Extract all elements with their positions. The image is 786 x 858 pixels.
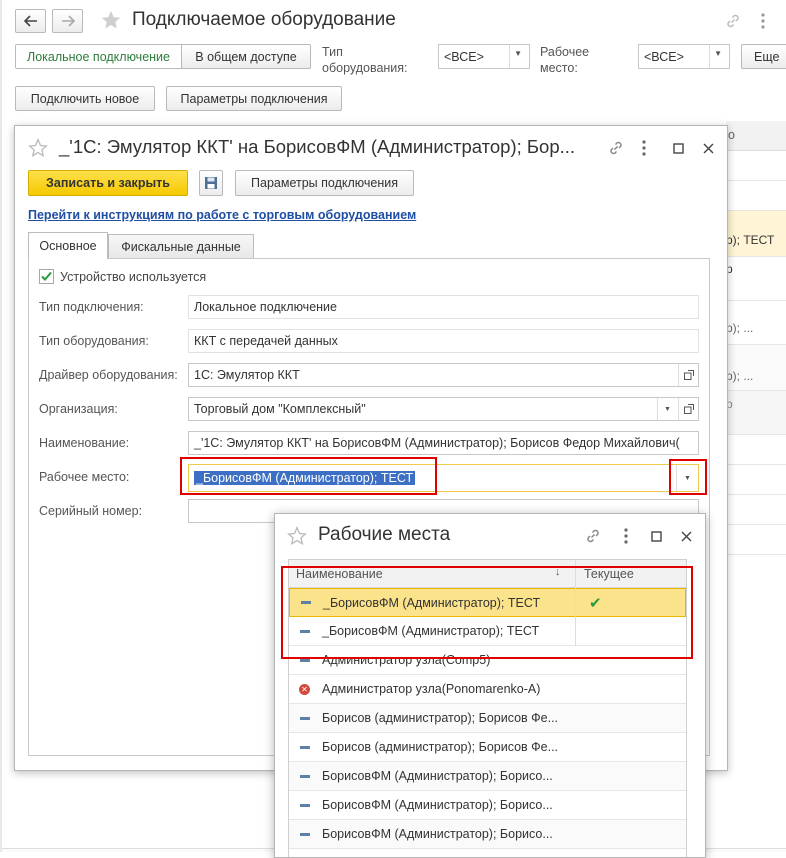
workplaces-title: Рабочие места [318, 524, 451, 545]
maximize-icon[interactable] [669, 137, 687, 159]
equip-type-field[interactable]: ККТ с передачей данных [188, 329, 699, 353]
save-and-close-button[interactable]: Записать и закрыть [28, 170, 188, 196]
workplaces-popup: Рабочие места Наименование ↓ Текущее _Бо… [274, 513, 706, 858]
link-icon[interactable] [582, 525, 604, 547]
item-marker-icon [300, 745, 310, 749]
table-row[interactable]: Борисов (администратор); Борисов Фе... [289, 704, 686, 733]
item-marker-icon [300, 716, 310, 720]
open-icon[interactable] [678, 398, 698, 420]
connect-new-button[interactable]: Подключить новое [15, 86, 155, 111]
chevron-down-icon: ▼ [714, 49, 722, 58]
window-border-left [0, 0, 2, 852]
background-list-header: о [726, 121, 786, 151]
highlight-workplace-value [180, 457, 437, 495]
instructions-link[interactable]: Перейти к инструкциям по работе с торгов… [28, 208, 416, 222]
item-marker-icon [300, 803, 310, 807]
table-row[interactable]: ✕ Администратор узла(Ponomarenko-A) [289, 675, 686, 704]
driver-value: 1С: Эмулятор ККТ [194, 368, 300, 382]
favorite-star-icon[interactable] [27, 137, 49, 159]
more-vertical-icon[interactable] [755, 10, 771, 32]
arrow-right-icon [61, 15, 75, 27]
more-vertical-icon[interactable] [637, 137, 651, 159]
chevron-down-icon[interactable]: ▼ [657, 398, 677, 420]
workplace-filter-label-1: Рабочее [540, 45, 590, 59]
more-button[interactable]: Еще [741, 44, 786, 69]
background-list: о р); ТЕСТ р р); ... р); ... р [726, 121, 786, 581]
name-label: Наименование: [39, 436, 130, 450]
in-use-label: Устройство используется [60, 270, 207, 284]
checkmark-icon [41, 271, 52, 281]
page-title: Подключаемое оборудование [132, 9, 396, 30]
conn-type-label: Тип подключения: [39, 300, 144, 314]
org-value: Торговый дом "Комплексный" [194, 402, 366, 416]
equip-type-label: Тип оборудования: [39, 334, 149, 348]
arrow-left-icon [23, 15, 37, 27]
link-icon[interactable] [722, 10, 744, 32]
table-row[interactable]: БорисовФМ (Администратор); Борисо... [289, 762, 686, 791]
in-use-checkbox[interactable] [39, 269, 54, 284]
equip-type-filter-value: <ВСЕ> [444, 49, 484, 64]
conn-type-field[interactable]: Локальное подключение [188, 295, 699, 319]
table-row[interactable]: р); ... [726, 345, 786, 391]
back-button[interactable] [15, 9, 46, 33]
tab-main[interactable]: Основное [28, 232, 108, 259]
equip-type-label-1: Тип [322, 45, 343, 59]
favorite-star-icon[interactable] [286, 525, 308, 547]
main-conn-params-button[interactable]: Параметры подключения [166, 86, 342, 111]
tab-fiscal[interactable]: Фискальные данные [108, 234, 254, 259]
segment-local-button[interactable]: Локальное подключение [15, 44, 182, 69]
item-marker-icon [300, 774, 310, 778]
favorite-star-icon[interactable] [99, 8, 123, 32]
driver-field[interactable]: 1С: Эмулятор ККТ [188, 363, 699, 387]
driver-label: Драйвер оборудования: [39, 368, 178, 382]
name-field[interactable]: _'1С: Эмулятор ККТ' на БорисовФМ (Админи… [188, 431, 699, 455]
forward-button[interactable] [52, 9, 83, 33]
workplace-filter-label-2: место: [540, 61, 578, 75]
table-row[interactable]: БорисовФМ (Администратор); Борисо... [289, 791, 686, 820]
table-row[interactable]: Борисов (администратор); Борисов Фе... [289, 733, 686, 762]
table-row[interactable]: БорисовФМ (Администратор); Борисо... [289, 820, 686, 849]
highlight-workplace-dropdown [669, 459, 707, 495]
segment-shared-button[interactable]: В общем доступе [181, 44, 311, 69]
workplace-filter-value: <ВСЕ> [644, 49, 684, 64]
save-button[interactable] [199, 170, 223, 196]
workplace-label: Рабочее место: [39, 470, 130, 484]
equip-type-filter-select[interactable]: <ВСЕ> ▼ [438, 44, 530, 69]
link-icon[interactable] [605, 137, 627, 159]
serial-label: Серийный номер: [39, 504, 143, 518]
table-row[interactable]: р [726, 257, 786, 301]
maximize-icon[interactable] [647, 525, 665, 547]
equip-type-label-2: оборудования: [322, 61, 408, 75]
close-icon[interactable] [677, 525, 695, 547]
open-icon[interactable] [678, 364, 698, 386]
device-conn-params-button[interactable]: Параметры подключения [235, 170, 414, 196]
table-row[interactable]: р); ТЕСТ [726, 211, 786, 257]
table-row[interactable]: р); ... [726, 301, 786, 345]
device-dialog-title: _'1С: Эмулятор ККТ' на БорисовФМ (Админи… [59, 136, 576, 157]
org-field[interactable]: Торговый дом "Комплексный" ▼ [188, 397, 699, 421]
deleted-mark-icon: ✕ [299, 683, 310, 695]
floppy-disk-icon [205, 177, 217, 189]
close-icon[interactable] [699, 137, 717, 159]
table-row[interactable]: р [726, 391, 786, 435]
workplace-filter-select[interactable]: <ВСЕ> ▼ [638, 44, 730, 69]
highlight-workplace-rows [281, 566, 693, 659]
more-vertical-icon[interactable] [619, 525, 633, 547]
chevron-down-icon: ▼ [514, 49, 522, 58]
item-marker-icon [300, 832, 310, 836]
org-label: Организация: [39, 402, 118, 416]
